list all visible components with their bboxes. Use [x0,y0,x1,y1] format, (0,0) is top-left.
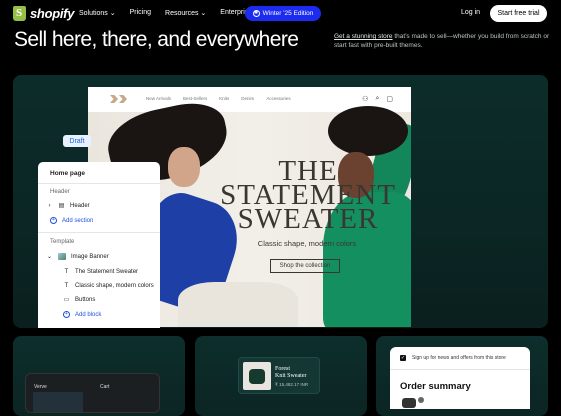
section-label-template: Template [50,239,74,245]
cart-icon[interactable]: ▢ [386,95,393,103]
chevron-down-icon[interactable]: ⌄ [46,253,53,260]
edition-label: Winter '25 Edition [262,10,314,17]
top-nav: shopify Solutions Pricing Resources Ente… [0,0,561,28]
store-icons: ⚇ ⌕ ▢ [362,95,393,103]
nav-pricing[interactable]: Pricing [130,9,151,17]
block-buttons-item[interactable]: ▭ Buttons [63,296,96,304]
add-block-button[interactable]: + Add block [63,311,101,318]
checkout-preview: ✓ Sign up for news and offers from this … [390,347,530,409]
store-nav-new-arrivals[interactable]: New Arrivals [146,96,171,101]
login-link[interactable]: Log in [461,9,480,16]
divider [390,369,530,370]
image-banner-item[interactable]: ⌄ Image Banner [46,253,109,260]
add-block-label: Add block [75,311,102,318]
product-price: ₹ 15,482.17 INR [275,382,309,387]
newsletter-label: Sign up for news and offers from this st… [412,355,506,361]
shop-collection-button[interactable]: Shop the collection [270,259,340,273]
banner-title-line3: SWEATER [237,203,379,235]
start-trial-button[interactable]: Start free trial [490,5,547,22]
block-subtitle-item[interactable]: T Classic shape, modern colors [63,282,154,289]
add-section-button[interactable]: + Add section [50,217,93,224]
theme-editor-panel: Home page Header › ▤ Header + Add sectio… [38,162,160,328]
plus-icon: + [50,217,57,224]
device-cart-title: Cart [100,384,110,390]
page-headline: Sell here, there, and everywhere [14,28,299,51]
edition-button[interactable]: ✱ Winter '25 Edition [245,6,321,21]
shopify-logo[interactable]: shopify [13,6,74,21]
text-icon: T [64,268,69,275]
image-banner-label: Image Banner [71,253,109,260]
tablet-preview: Verve Cart [25,373,160,413]
product-name-line1: Forest [275,366,290,372]
block-subtitle-label: Classic shape, modern colors [75,282,154,289]
search-icon[interactable]: ⌕ [375,95,379,103]
store-nav-best-sellers[interactable]: Best-Sellers [183,96,207,101]
checkbox-checked-icon[interactable]: ✓ [400,355,406,361]
header-item-label: Header [70,202,90,209]
add-section-label: Add section [62,217,94,224]
plus-icon: + [63,311,70,318]
button-icon: ▭ [63,297,70,303]
header-item[interactable]: › ▤ Header [46,202,90,210]
model-left-pants [178,282,298,327]
block-title-item[interactable]: T The Statement Sweater [63,268,138,275]
block-title-label: The Statement Sweater [75,268,139,275]
account-icon[interactable]: ⚇ [362,95,368,103]
text-icon: T [64,282,69,289]
divider [38,232,160,233]
panel-title: Home page [50,170,86,177]
block-buttons-label: Buttons [75,296,96,303]
device-sidebar [33,392,83,412]
order-summary-title: Order summary [400,381,471,392]
nav-solutions[interactable]: Solutions [79,9,116,17]
hero-subtext: Get a stunning store that's made to sell… [334,32,554,50]
logo-text: shopify [30,6,75,21]
section-label-template-text: Template [50,239,75,245]
section-label-header-text: Header [50,189,70,195]
model-right-hair [328,106,408,156]
product-thumbnail [243,362,271,390]
store-logo[interactable] [110,95,127,103]
shopping-bag-icon [13,6,26,21]
divider [38,183,160,184]
product-name: Forest Knit Sweater [275,366,307,380]
section-label-header: Header [50,189,70,195]
header-layout-icon: ▤ [58,203,65,209]
product-name-line2: Knit Sweater [275,373,307,379]
store-nav-accessories[interactable]: Accessories [266,96,290,101]
device-brand: Verve [34,384,47,390]
quantity-badge [418,397,424,403]
chevron-right-icon[interactable]: › [46,202,53,209]
order-item-thumbnail [402,398,416,408]
store-nav: New Arrivals Best-Sellers Knits Denim Ac… [146,96,291,101]
draft-badge: Draft [63,135,91,147]
stunning-store-link[interactable]: Get a stunning store [334,33,393,40]
product-card[interactable]: Forest Knit Sweater ₹ 15,482.17 INR [238,357,320,394]
nav-resources[interactable]: Resources [165,9,206,17]
store-nav-denim[interactable]: Denim [241,96,254,101]
image-icon [58,253,66,260]
snowflake-icon: ✱ [252,10,260,17]
store-nav-knits[interactable]: Knits [219,96,229,101]
nav-links: Solutions Pricing Resources Enterprise [79,9,252,17]
banner-tagline: Classic shape, modern colors [257,239,357,248]
model-left-face [168,147,200,187]
